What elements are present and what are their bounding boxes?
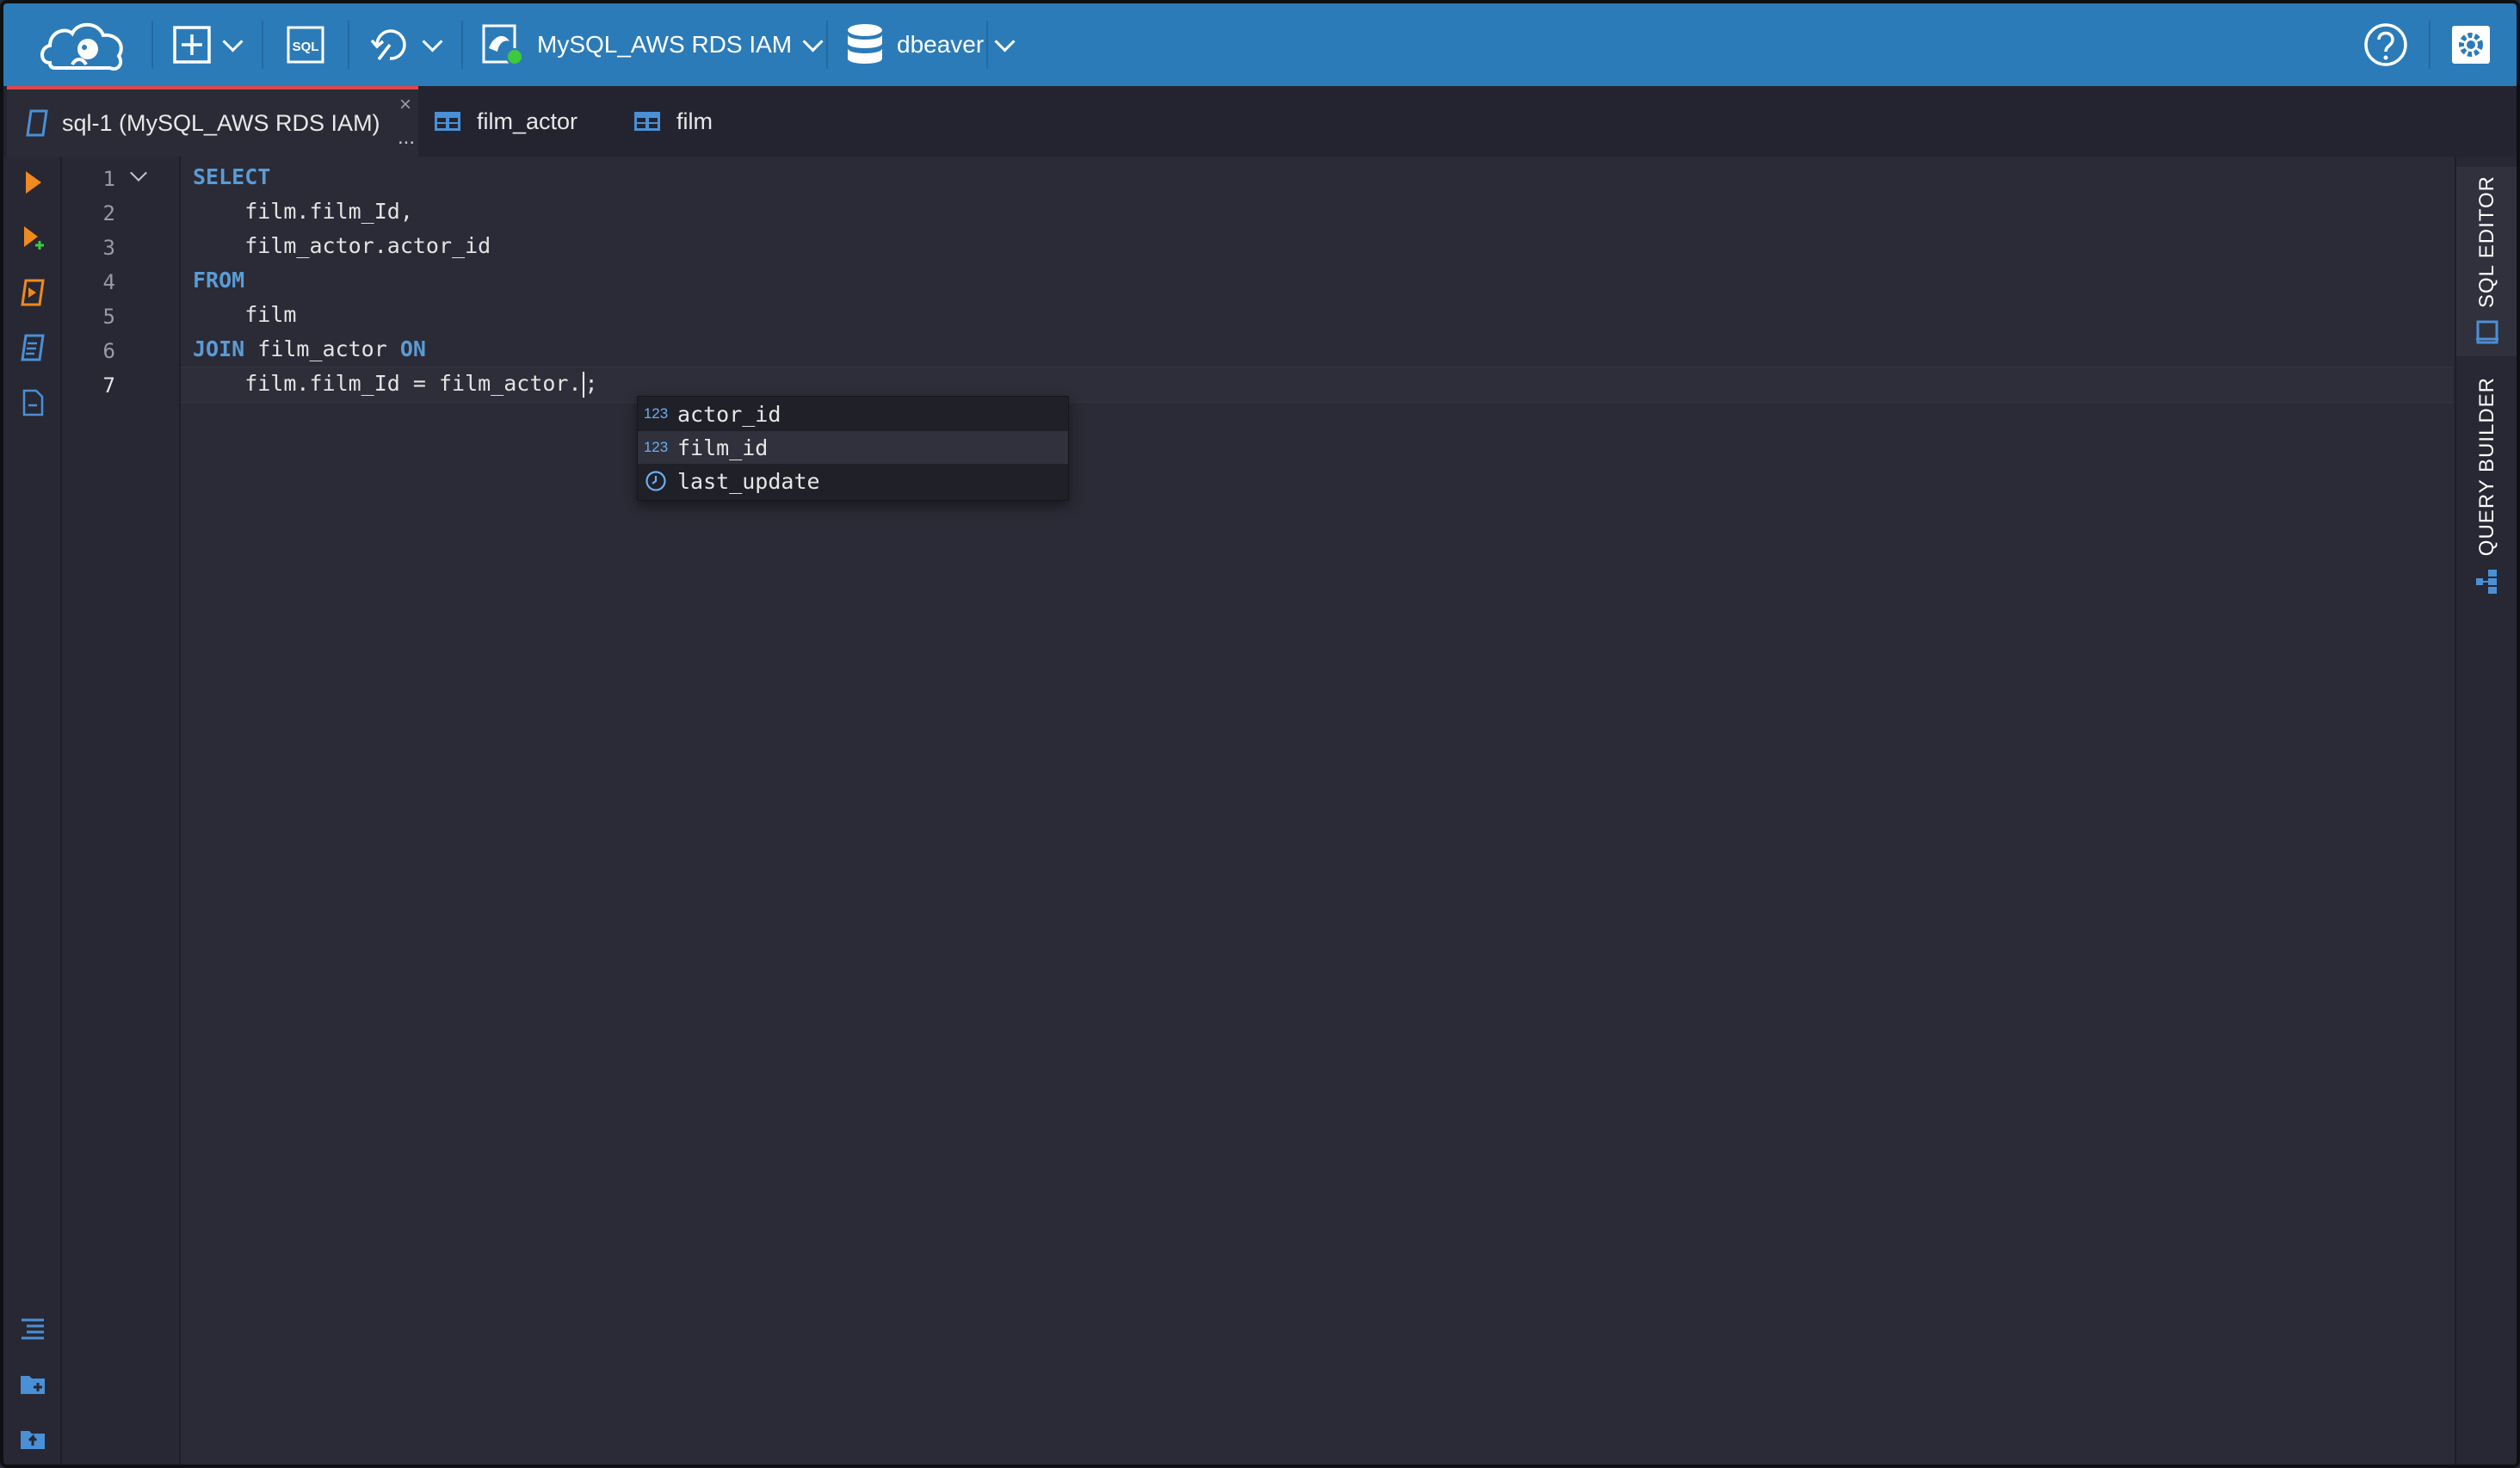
execution-plan-icon[interactable]: [19, 334, 46, 361]
code-line: film_actor.actor_id: [193, 233, 491, 258]
chevron-down-icon: [222, 30, 244, 52]
line-number-gutter: 1 2 3 4 5 6 7: [62, 157, 181, 1465]
close-icon[interactable]: ×: [399, 93, 411, 117]
chevron-down-icon: [422, 30, 443, 52]
execute-script-icon[interactable]: [19, 279, 46, 306]
line-number: 6: [102, 339, 115, 363]
format-sql-icon[interactable]: [19, 1315, 46, 1342]
wrench-clock-icon: [370, 29, 406, 61]
save-to-folder-icon[interactable]: [19, 1370, 46, 1397]
sql-editor[interactable]: SELECT film.film_Id, film_actor.actor_id…: [181, 157, 2453, 1465]
connection-label: MySQL_AWS RDS IAM: [537, 31, 793, 58]
line-number: 3: [102, 236, 115, 260]
top-toolbar: SQL MySQL_AWS RDS IAM dbeaver: [3, 3, 2517, 86]
gear-icon: [2452, 26, 2490, 64]
connection-selector[interactable]: MySQL_AWS RDS IAM: [480, 3, 824, 86]
tab-label: sql-1 (MySQL_AWS RDS IAM): [62, 109, 380, 136]
right-side-panel: SQL EDITOR QUERY BUILDER: [2455, 157, 2517, 1465]
line-number: 2: [102, 201, 115, 225]
tab-sql-editor[interactable]: SQL EDITOR: [2456, 167, 2517, 356]
sql-editor-button[interactable]: SQL: [286, 3, 325, 86]
load-from-folder-icon[interactable]: [19, 1425, 46, 1453]
tab-label: film_actor: [477, 108, 578, 134]
beaver-logo-icon: [40, 22, 123, 71]
plus-square-icon: [173, 26, 211, 64]
sql-script-icon: [2476, 320, 2498, 344]
chevron-down-icon: [994, 30, 1016, 52]
clock-icon: [645, 471, 666, 491]
line-number: 4: [102, 270, 115, 294]
editor-left-toolbar: [3, 157, 62, 1465]
database-icon: [848, 24, 882, 64]
tab-sql-1[interactable]: sql-1 (MySQL_AWS RDS IAM) × ...: [7, 86, 418, 157]
new-button[interactable]: [172, 3, 244, 86]
code-line: film.film_Id = film_actor.;: [193, 371, 598, 398]
app-window: SQL MySQL_AWS RDS IAM dbeaver sql-1 (MyS…: [0, 0, 2520, 1468]
export-script-icon[interactable]: [19, 389, 46, 416]
tab-query-builder[interactable]: QUERY BUILDER: [2456, 368, 2517, 601]
numeric-type-icon: 123: [643, 405, 669, 422]
sql-icon: SQL: [287, 26, 324, 64]
tab-label: SQL EDITOR: [2475, 176, 2498, 309]
settings-button[interactable]: [2449, 3, 2492, 86]
chevron-down-icon: [802, 30, 824, 52]
code-line: FROM: [193, 268, 245, 293]
fold-chevron-icon[interactable]: [130, 164, 147, 182]
sql-icon-text: SQL: [293, 40, 319, 54]
text-caret: [582, 372, 584, 398]
autocomplete-popup: 123 actor_id 123 film_id last_update: [637, 396, 1069, 501]
tab-overflow: ...: [397, 126, 415, 149]
help-button[interactable]: [2363, 3, 2408, 86]
query-builder-icon: [2476, 570, 2497, 595]
tools-button[interactable]: [368, 3, 443, 86]
help-icon: [2364, 23, 2407, 66]
cloudbeaver-logo[interactable]: [38, 3, 129, 86]
line-number: 7: [102, 373, 115, 398]
table-icon: [435, 112, 460, 131]
tab-label: QUERY BUILDER: [2475, 377, 2498, 557]
code-line: film.film_Id,: [193, 199, 413, 224]
run-statement-icon[interactable]: [19, 169, 46, 196]
mysql-connection-icon: [482, 24, 523, 65]
tab-film-actor[interactable]: film_actor: [434, 86, 606, 157]
line-number: 5: [102, 305, 115, 329]
tab-film[interactable]: film: [633, 86, 754, 157]
table-icon: [634, 112, 660, 131]
code-line: SELECT: [193, 164, 271, 189]
sql-script-icon: [26, 109, 48, 137]
autocomplete-item[interactable]: 123 film_id: [638, 431, 1068, 464]
line-number: 1: [102, 167, 115, 191]
autocomplete-item[interactable]: last_update: [638, 465, 1068, 497]
code-line: JOIN film_actor ON: [193, 336, 426, 361]
database-label: dbeaver: [897, 31, 985, 58]
numeric-type-icon: 123: [643, 439, 669, 455]
editor-tab-bar: sql-1 (MySQL_AWS RDS IAM) × ... film_act…: [3, 86, 2517, 157]
tab-label: film: [676, 108, 713, 134]
run-in-new-tab-icon[interactable]: [19, 224, 46, 251]
code-line: film: [193, 302, 297, 327]
autocomplete-item[interactable]: 123 actor_id: [638, 398, 1068, 430]
